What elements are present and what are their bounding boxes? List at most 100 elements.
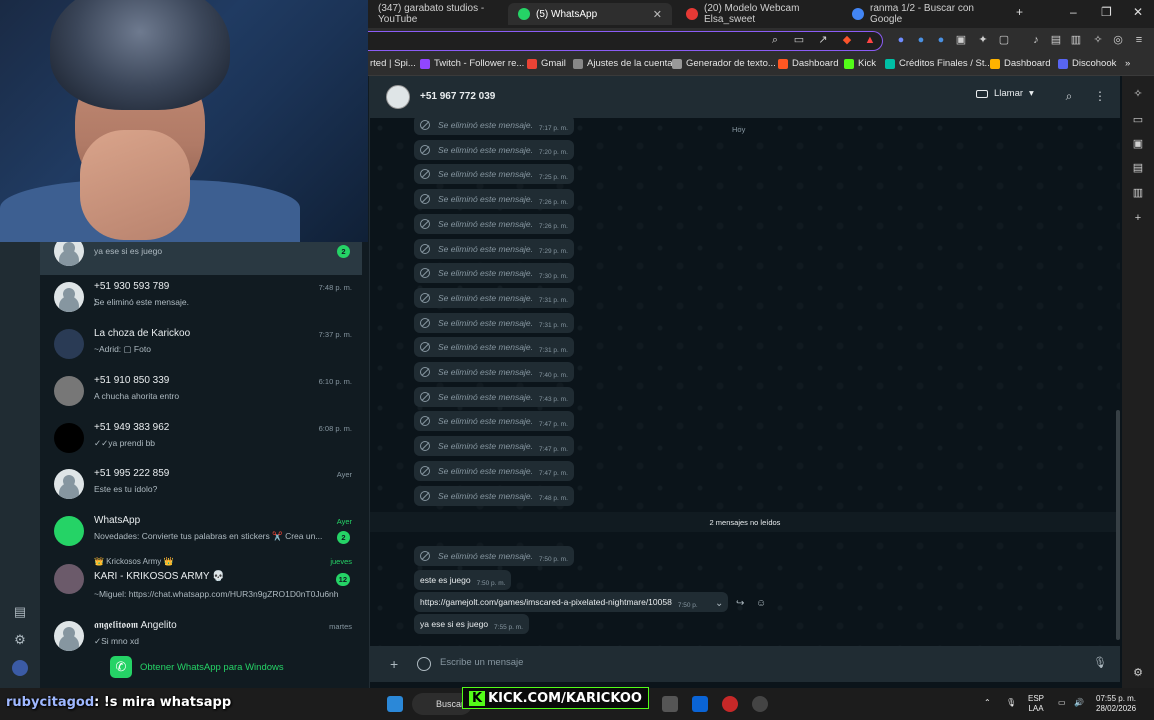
messages-scrollbar[interactable] [1116,410,1120,640]
bookmark[interactable]: Dashboard [990,58,1050,69]
brave-shield-icon[interactable]: ◆ [841,34,853,46]
microphone-icon[interactable]: 🎙 [1093,656,1107,669]
extension-icon[interactable]: ● [915,34,927,46]
chat-item[interactable]: +51 910 850 339 A chucha ahorita entro 6… [40,369,362,415]
volume-icon[interactable]: 🔊 [1074,698,1084,708]
media-icon[interactable]: ▤ [12,604,28,620]
extension-icon[interactable]: ● [895,34,907,46]
add-icon[interactable]: + [1132,212,1144,224]
message-bubble[interactable]: Se eliminó este mensaje. 7:25 p. m. [414,164,574,185]
call-button[interactable]: Llamar ▾ [976,88,1034,99]
app-icon[interactable] [722,696,738,712]
history-icon[interactable]: ▤ [1132,162,1144,174]
bookmark[interactable]: Discohook [1058,58,1116,69]
message-bubble[interactable]: Se eliminó este mensaje. 7:47 p. m. [414,436,574,457]
message-bubble[interactable]: Se eliminó este mensaje. 7:31 p. m. [414,312,574,333]
bookmark[interactable]: Gmail [527,58,566,69]
forward-icon[interactable]: ↪ [736,598,744,609]
vpn-icon[interactable]: ◎ [1112,34,1124,46]
message-bubble[interactable]: Se eliminó este mensaje. 7:26 p. m. [414,189,574,210]
close-window-icon[interactable]: ✕ [1133,5,1143,19]
reading-list-icon[interactable]: ▭ [1132,114,1144,126]
chevron-down-icon[interactable]: ⌄ [715,598,723,609]
emoji-icon[interactable]: ☺ [756,598,766,609]
chat-item[interactable]: 𝖆𝖓𝖌𝖊𝖑𝖎𝖙𝖔𝖔𝖒 Angelito ✓Si mno xd martes [40,614,362,660]
contact-name[interactable]: +51 967 772 039 [420,91,495,102]
address-bar[interactable] [368,31,883,51]
tab-webcam[interactable]: (20) Modelo Webcam Elsa_sweet [676,3,836,25]
extension-icon[interactable]: ● [935,34,947,46]
zoom-icon[interactable]: ⌕ [769,34,781,46]
message-bubble[interactable]: Se eliminó este mensaje. 7:31 p. m. [414,287,574,308]
network-icon[interactable]: ▭ [1058,698,1066,708]
message-bubble[interactable]: Se eliminó este mensaje. 7:40 p. m. [414,362,574,382]
puzzle-icon[interactable]: ✦ [977,34,989,46]
wallet-icon[interactable]: ▣ [1132,138,1144,150]
bookmarks-icon[interactable]: ▥ [1132,187,1144,199]
chat-item[interactable]: La choza de Karickoo ~Adrid: ▢ Foto 7:37… [40,322,362,368]
message-bubble[interactable]: Se eliminó este mensaje. 7:29 p. m. [414,238,574,259]
sidebar-icon[interactable]: ▥ [1070,34,1082,46]
outlook-icon[interactable] [692,696,708,712]
message-bubble[interactable]: Se eliminó este mensaje. 7:26 p. m. [414,213,574,234]
settings-icon[interactable]: ⚙ [1132,667,1144,679]
search-icon[interactable]: ⌕ [1062,89,1076,103]
message-bubble[interactable]: https://gamejolt.com/games/imscared-a-pi… [414,592,728,612]
message-bubble[interactable]: ya ese si es juego 7:55 p. m. [414,614,529,634]
bookmark[interactable]: Ajustes de la cuenta [573,58,673,69]
bookmark[interactable]: Dashboard [778,58,838,69]
emoji-icon[interactable] [417,657,431,671]
message-bubble[interactable]: Se eliminó este mensaje. 7:47 p. m. [414,411,574,432]
app-icon[interactable] [752,696,768,712]
rewards-icon[interactable]: ▲ [864,34,876,46]
get-whatsapp-link[interactable]: ✆ Obtener WhatsApp para Windows [110,656,284,678]
message-bubble[interactable]: Se eliminó este mensaje. 7:47 p. m. [414,460,574,481]
clock[interactable]: 07:55 p. m. 28/02/2026 [1096,694,1136,714]
chat-item[interactable]: +51 995 222 859 Este es tu ídolo? Ayer [40,462,362,508]
bookmark[interactable]: Generador de texto... [672,58,776,69]
language-indicator[interactable]: ESP LAA [1028,694,1044,714]
chevron-up-icon[interactable]: ⌃ [984,698,991,708]
chat-item[interactable]: +51 930 593 789 ⃠Se eliminó este mensaje… [40,275,362,321]
maximize-icon[interactable]: ❐ [1101,5,1112,19]
close-icon[interactable]: ✕ [653,8,662,21]
message-bubble[interactable]: este es juego 7:50 p. m. [414,570,512,590]
chat-item[interactable]: WhatsApp Novedades: Convierte tus palabr… [40,509,362,555]
microphone-icon[interactable]: 🎙 [1006,698,1016,708]
message-bubble[interactable]: Se eliminó este mensaje. 7:17 p. m. [414,118,574,135]
message-bubble[interactable]: Se eliminó este mensaje. 7:31 p. m. [414,337,574,358]
message-bubble[interactable]: Se eliminó este mensaje. 7:30 p. m. [414,263,574,284]
message-link[interactable]: https://gamejolt.com/games/imscared-a-pi… [420,597,672,607]
leo-icon[interactable]: ✧ [1092,34,1104,46]
bookmark[interactable]: Twitch - Follower re... [420,58,524,69]
windows-start-icon[interactable] [387,696,403,712]
message-input[interactable]: Escribe un mensaje [440,657,523,668]
message-bubble[interactable]: Se eliminó este mensaje. 7:50 p. m. [414,546,574,566]
store-icon[interactable] [662,696,678,712]
message-bubble[interactable]: Se eliminó este mensaje. 7:20 p. m. [414,139,574,160]
attach-icon[interactable]: + [390,656,398,672]
share-icon[interactable]: ↗ [817,34,829,46]
new-tab-icon[interactable]: + [1016,5,1023,19]
image-icon[interactable]: ▤ [1050,34,1062,46]
bookmark[interactable]: Kick [844,58,876,69]
more-bookmarks-icon[interactable]: » [1125,58,1130,69]
more-options-icon[interactable]: ⋮ [1093,89,1107,103]
chat-item[interactable]: 👑 Krickosos Army 👑 KARI - KRIKOSOS ARMY … [40,554,362,606]
leo-icon[interactable]: ✧ [1132,88,1144,100]
bookmark[interactable]: Créditos Finales / St... [885,58,992,69]
cast-icon[interactable]: ▭ [793,34,805,46]
tab-google[interactable]: ranma 1/2 - Buscar con Google [842,3,1012,25]
settings-icon[interactable]: ⚙ [12,632,28,648]
chat-item[interactable]: +51 949 383 962 ✓✓ya prendi bb 6:08 p. m… [40,416,362,462]
profile-avatar[interactable] [12,660,28,676]
message-bubble[interactable]: Se eliminó este mensaje. 7:48 p. m. [414,485,574,506]
message-bubble[interactable]: Se eliminó este mensaje. 7:43 p. m. [414,386,574,407]
menu-icon[interactable]: ≡ [1133,34,1145,46]
screenshot-icon[interactable]: ▢ [998,34,1010,46]
tab-youtube[interactable]: (347) garabato studios - YouTube [368,3,508,25]
music-icon[interactable]: ♪ [1030,34,1042,46]
tab-whatsapp[interactable]: (5) WhatsApp ✕ [508,3,672,25]
minimize-icon[interactable]: – [1070,5,1077,19]
extension-icon[interactable]: ▣ [955,34,967,46]
